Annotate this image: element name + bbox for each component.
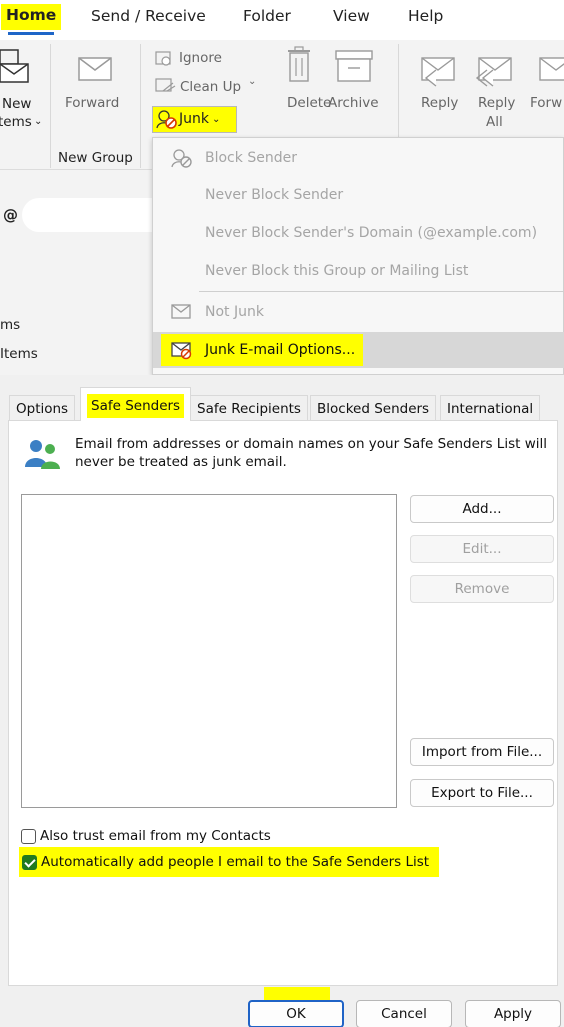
folder-item[interactable]: Items (0, 346, 38, 362)
forward-icon[interactable] (76, 52, 116, 86)
new-items-label-2: Items (0, 114, 32, 130)
delete-icon[interactable] (284, 46, 314, 84)
tab-home[interactable]: Home (1, 4, 62, 30)
clean-up-label[interactable]: Clean Up (180, 79, 241, 95)
account-prefix: @ (3, 206, 18, 224)
outlook-ribbon-area: Home Send / Receive Folder View Help New… (0, 0, 564, 375)
junk-label: Junk (179, 111, 209, 127)
junk-icon (156, 110, 177, 129)
trust-contacts-label: Also trust email from my Contacts (40, 828, 271, 844)
menu-item-not-junk[interactable]: Not Junk (153, 294, 564, 330)
ok-button[interactable]: OK (248, 1000, 344, 1027)
safe-senders-list[interactable] (21, 494, 397, 808)
tab-safe-senders[interactable]: Safe Senders (80, 387, 192, 421)
safe-senders-description: Email from addresses or domain names on … (75, 436, 547, 470)
ribbon-divider (50, 44, 51, 168)
auto-add-checkbox[interactable] (22, 854, 37, 870)
apply-button[interactable]: Apply (465, 1000, 561, 1027)
menu-item-junk-email-options[interactable]: Junk E-mail Options... (153, 332, 564, 368)
reply-all-label-2: All (486, 114, 503, 130)
ribbon-tab-bar: Home Send / Receive Folder View Help (0, 0, 564, 40)
auto-add-label: Automatically add people I email to the … (41, 854, 430, 870)
menu-item-never-block-domain[interactable]: Never Block Sender's Domain (@example.co… (153, 215, 564, 251)
safe-senders-panel: Email from addresses or domain names on … (8, 420, 558, 986)
forward-label: Forward (65, 95, 120, 111)
reply-all-icon[interactable] (473, 52, 515, 88)
ignore-icon[interactable] (155, 51, 173, 67)
new-items-label-1: New (2, 96, 32, 112)
menu-item-label: Never Block this Group or Mailing List (205, 263, 469, 279)
trust-contacts-row[interactable]: Also trust email from my Contacts (21, 825, 271, 847)
junk-dropdown-menu: Block Sender Never Block Sender Never Bl… (152, 137, 564, 375)
menu-item-label: Junk E-mail Options... (205, 342, 356, 358)
archive-label: Archive (328, 95, 379, 111)
tab-send-receive[interactable]: Send / Receive (88, 7, 209, 25)
export-to-file-button[interactable]: Export to File... (410, 779, 554, 807)
people-icon (25, 440, 60, 469)
cancel-button[interactable]: Cancel (356, 1000, 452, 1027)
envelope-icon (171, 304, 191, 319)
group-label-new-group: New Group (58, 150, 133, 166)
trust-contacts-checkbox[interactable] (21, 828, 36, 844)
edit-button[interactable]: Edit... (410, 535, 554, 563)
tab-international[interactable]: International (440, 395, 541, 421)
active-tab-underline (8, 32, 54, 35)
junk-email-options-dialog: Options Safe Senders Safe Recipients Blo… (0, 375, 564, 1027)
menu-item-never-block-sender[interactable]: Never Block Sender (153, 177, 564, 213)
block-sender-icon (171, 149, 192, 168)
clean-up-icon[interactable] (155, 77, 177, 95)
junk-button[interactable]: Junk ⌄ (152, 105, 240, 133)
reply-all-label-1: Reply (478, 95, 516, 111)
ribbon-divider (140, 44, 141, 168)
tab-view[interactable]: View (330, 7, 373, 25)
ignore-label[interactable]: Ignore (179, 50, 222, 66)
ok-label: OK (286, 1006, 306, 1022)
delete-label: Delete (287, 95, 332, 111)
reply-icon[interactable] (418, 52, 458, 88)
tab-folder[interactable]: Folder (240, 7, 294, 25)
tab-safe-recipients[interactable]: Safe Recipients (190, 395, 308, 421)
chevron-down-icon: ⌄ (248, 76, 257, 87)
tab-options[interactable]: Options (9, 395, 76, 421)
folder-item[interactable]: ms (0, 317, 20, 333)
import-from-file-button[interactable]: Import from File... (410, 738, 554, 766)
menu-item-label: Block Sender (205, 150, 297, 166)
reply-label: Reply (421, 95, 459, 111)
remove-button[interactable]: Remove (410, 575, 554, 603)
new-items-icon[interactable] (0, 46, 32, 86)
junk-options-icon (171, 342, 192, 360)
menu-item-block-sender[interactable]: Block Sender (153, 140, 564, 176)
dialog-tab-strip: Options Safe Senders Safe Recipients Blo… (0, 375, 564, 421)
forward-label-partial: Forw (530, 95, 563, 111)
menu-item-never-block-group[interactable]: Never Block this Group or Mailing List (153, 253, 564, 289)
chevron-down-icon: ⌄ (34, 116, 43, 127)
archive-icon[interactable] (334, 48, 374, 84)
menu-separator (199, 291, 564, 292)
tab-blocked-senders[interactable]: Blocked Senders (310, 395, 437, 421)
chevron-down-icon: ⌄ (211, 113, 221, 125)
menu-item-label: Never Block Sender (205, 187, 344, 203)
tab-label: Safe Senders (87, 394, 185, 418)
menu-item-label: Not Junk (205, 304, 264, 320)
forward-icon[interactable] (536, 52, 564, 88)
tab-help[interactable]: Help (405, 7, 446, 25)
menu-item-label: Never Block Sender's Domain (@example.co… (205, 225, 538, 241)
auto-add-row[interactable]: Automatically add people I email to the … (19, 847, 439, 877)
add-button[interactable]: Add... (410, 495, 554, 523)
